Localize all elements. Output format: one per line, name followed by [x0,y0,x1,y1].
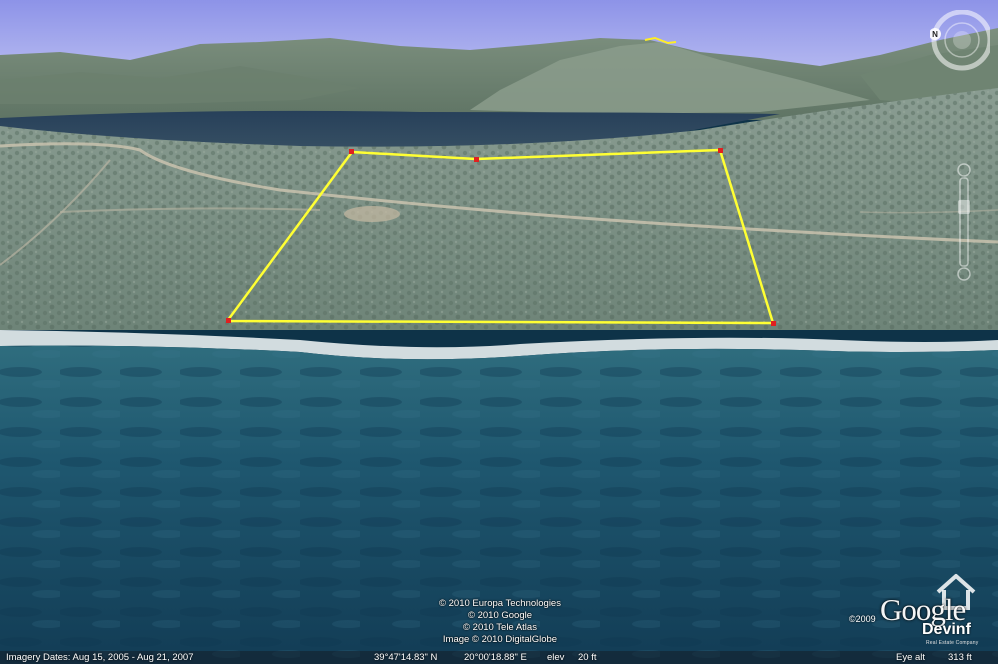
parcel-vertex [474,157,479,162]
imagery-attribution: © 2010 Europa Technologies © 2010 Google… [380,598,620,646]
status-bar: Imagery Dates: Aug 15, 2005 - Aug 21, 20… [0,651,998,664]
parcel-vertex [771,321,776,326]
attribution-line: Image © 2010 DigitalGlobe [442,634,558,645]
elevation-value: 20 ft [578,652,597,663]
longitude-readout: 20°00'18.88" E [464,652,527,663]
watermark-name: Devinf [922,621,971,638]
copyright-year: ©2009 [849,614,876,624]
latitude-readout: 39°47'14.83" N [374,652,438,663]
elevation-label: elev [547,652,565,663]
branding: ©2009 Google Devinf Real Estate Company [846,566,996,648]
parcel-vertex [718,148,723,153]
navigation-controls[interactable]: N [930,10,990,295]
attribution-line: © 2010 Europa Technologies [439,598,561,609]
parcel-vertex [226,318,231,323]
attribution-line: © 2010 Tele Atlas [463,622,537,633]
watermark-tagline: Real Estate Company [926,640,979,646]
map-viewport[interactable]: N © 2010 Europa Technologies © 2010 Goog… [0,0,998,664]
compass-north-label: N [932,30,938,39]
eye-alt-label: Eye alt [896,652,926,663]
look-joystick-icon[interactable] [953,31,971,49]
zoom-slider-icon[interactable] [957,163,971,281]
aerial-terrain-scene[interactable] [0,0,998,664]
parcel-vertex [349,149,354,154]
eye-alt-value: 313 ft [948,652,972,663]
imagery-dates: Imagery Dates: Aug 15, 2005 - Aug 21, 20… [6,652,194,663]
attribution-line: © 2010 Google [467,610,533,621]
